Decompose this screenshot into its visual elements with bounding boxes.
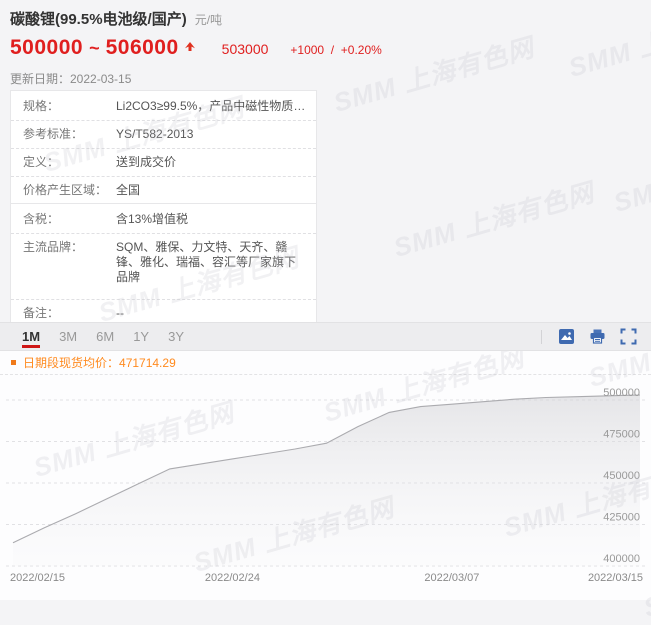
svg-text:2022/03/07: 2022/03/07: [424, 572, 479, 584]
row-value: --: [116, 306, 306, 321]
row-value: SQM、雅保、力文特、天齐、赣锋、雅化、瑞福、容汇等厂家旗下品牌: [116, 240, 306, 285]
price-change-value: +1000: [290, 43, 324, 57]
price-unit: 元/吨: [195, 11, 222, 28]
row-label: 含税：: [23, 212, 116, 227]
smm-watermark: SMM 上海有色网: [389, 172, 598, 265]
tax-brand-info-table: 含税： 含13%增值税 主流品牌： SQM、雅保、力文特、天齐、赣锋、雅化、瑞福…: [10, 203, 317, 330]
page-title: 碳酸锂(99.5%电池级/国产): [10, 8, 187, 29]
up-arrow-icon: [184, 39, 196, 57]
svg-text:2022/02/24: 2022/02/24: [205, 572, 260, 584]
table-row: 含税： 含13%增值税: [11, 206, 316, 234]
update-date: 更新日期：2022-03-15: [10, 70, 382, 87]
toolbar-divider: [541, 330, 542, 344]
row-label: 主流品牌：: [23, 240, 116, 255]
print-icon[interactable]: [589, 328, 606, 345]
row-label: 规格：: [23, 99, 116, 114]
table-row: 规格： Li2CO3≥99.5%，产品中磁性物质的含量不...: [11, 93, 316, 121]
fullscreen-icon[interactable]: [620, 328, 637, 345]
legend-bullet-icon: [11, 360, 16, 365]
legend-value: 471714.29: [119, 356, 176, 370]
price-header: 碳酸锂(99.5%电池级/国产) 元/吨 500000 ~ 506000 503…: [10, 8, 382, 87]
chart-series-area: [13, 395, 640, 566]
svg-text:500000: 500000: [603, 387, 640, 399]
svg-text:450000: 450000: [603, 470, 640, 482]
price-change: +1000 / +0.20%: [290, 43, 381, 57]
tab-6m[interactable]: 6M: [96, 323, 114, 350]
svg-text:2022/03/15: 2022/03/15: [588, 572, 643, 584]
row-value: 送到成交价: [116, 155, 306, 170]
row-label: 定义：: [23, 155, 116, 170]
row-value: YS/T582-2013: [116, 127, 306, 142]
average-price: 503000: [222, 41, 269, 57]
table-row: 主流品牌： SQM、雅保、力文特、天齐、赣锋、雅化、瑞福、容汇等厂家旗下品牌: [11, 234, 316, 300]
row-label: 备注：: [23, 306, 116, 321]
chart-toolbar: 1M 3M 6M 1Y 3Y: [0, 322, 651, 351]
export-image-icon[interactable]: [558, 328, 575, 345]
price-high: 506000: [106, 36, 179, 60]
table-row: 价格产生区域： 全国: [11, 177, 316, 204]
row-value: 全国: [116, 183, 306, 198]
row-label: 价格产生区域：: [23, 183, 116, 198]
svg-text:425000: 425000: [603, 512, 640, 524]
price-change-separator: /: [331, 43, 334, 57]
chart-legend-row: 日期段现货均价：471714.29: [0, 351, 651, 375]
svg-text:2022/02/15: 2022/02/15: [10, 572, 65, 584]
price-change-percent: +0.20%: [341, 43, 382, 57]
price-range-tilde: ~: [89, 38, 100, 59]
chart-x-axis-labels: 2022/02/15 2022/02/24 2022/03/07 2022/03/15: [10, 572, 643, 584]
tab-1m[interactable]: 1M: [22, 323, 40, 350]
legend-label: 日期段现货均价：: [23, 356, 119, 370]
row-value: 含13%增值税: [116, 212, 306, 227]
legend-text: 日期段现货均价：471714.29: [23, 354, 176, 371]
svg-text:400000: 400000: [603, 553, 640, 565]
price-area-chart[interactable]: 500000 475000 450000 425000 400000 2022/02/1…: [0, 375, 651, 600]
price-low: 500000: [10, 36, 83, 60]
tab-1y[interactable]: 1Y: [133, 323, 149, 350]
smm-watermark: SMM 上海有色网: [609, 127, 651, 220]
table-row: 定义： 送到成交价: [11, 149, 316, 177]
range-tabs: 1M 3M 6M 1Y 3Y: [22, 323, 184, 350]
svg-text:475000: 475000: [603, 429, 640, 441]
spec-info-table: 规格： Li2CO3≥99.5%，产品中磁性物质的含量不... 参考标准： YS…: [10, 90, 317, 207]
tab-3m[interactable]: 3M: [59, 323, 77, 350]
tab-3y[interactable]: 3Y: [168, 323, 184, 350]
smm-watermark: SMM 上海有色网: [564, 0, 651, 85]
row-value: Li2CO3≥99.5%，产品中磁性物质的含量不...: [116, 99, 306, 114]
row-label: 参考标准：: [23, 127, 116, 142]
table-row: 参考标准： YS/T582-2013: [11, 121, 316, 149]
chart-action-icons: [541, 328, 637, 345]
